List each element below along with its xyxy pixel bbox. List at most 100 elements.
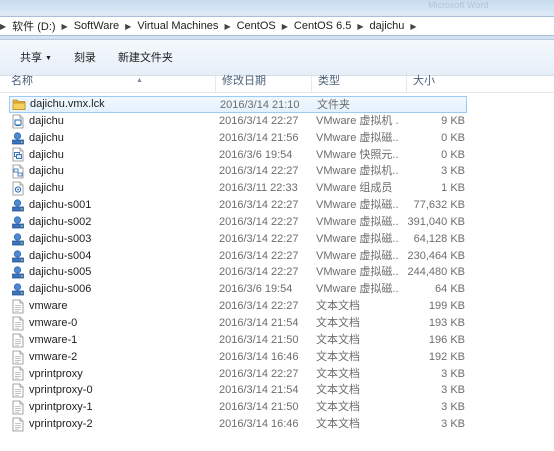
text-file-icon (11, 316, 25, 331)
vmdk-file-icon (11, 131, 25, 146)
new-folder-button[interactable]: 新建文件夹 (107, 47, 184, 69)
file-size: 3 KB (441, 384, 465, 397)
file-name: dajichu-s003 (29, 232, 92, 245)
file-name-cell: dajichu-s001 (11, 197, 91, 214)
file-name-cell: dajichu.vmx.lck (12, 97, 105, 112)
file-modified-date: 2016/3/14 22:27 (219, 114, 299, 127)
vmdk-file-icon (11, 282, 25, 297)
file-row[interactable]: dajichu 2016/3/6 19:54 VMware 快照元... 0 KB (0, 147, 470, 164)
breadcrumb-separator-icon[interactable]: ▶ (122, 22, 134, 31)
file-row[interactable]: dajichu-s005 2016/3/14 22:27 VMware 虚拟磁...… (0, 264, 470, 281)
file-modified-date: 2016/3/14 16:46 (219, 350, 299, 363)
burn-button-label: 刻录 (73, 51, 96, 64)
file-row[interactable]: vmware-0 2016/3/14 21:54 文本文档 193 KB (0, 315, 470, 332)
file-row[interactable]: dajichu 2016/3/14 22:27 VMware 虚拟机 ... 9 KB (0, 113, 470, 130)
vmsd-file-icon (11, 147, 25, 162)
breadcrumb-item[interactable]: CentOS (234, 20, 279, 32)
column-header-size[interactable]: 大小 (407, 71, 487, 92)
breadcrumb-separator-icon[interactable]: ▶ (279, 22, 291, 31)
file-row[interactable]: dajichu 2016/3/14 21:56 VMware 虚拟磁... 0 KB (0, 130, 470, 147)
file-modified-date: 2016/3/14 22:27 (219, 300, 299, 313)
column-header-name[interactable]: 名称 ▲ (5, 71, 216, 92)
file-row[interactable]: dajichu 2016/3/11 22:33 VMware 组成员 1 KB (0, 180, 470, 197)
file-size: 3 KB (441, 165, 465, 178)
file-name: dajichu (29, 165, 64, 178)
file-row[interactable]: vprintproxy-1 2016/3/14 21:50 文本文档 3 KB (0, 399, 470, 416)
file-size: 0 KB (441, 148, 465, 161)
new-folder-button-label: 新建文件夹 (117, 51, 173, 64)
breadcrumb-label: dajichu (369, 20, 405, 32)
file-list: dajichu.vmx.lck 2016/3/14 21:10 文件夹 dajichu… (0, 96, 554, 433)
column-header-type[interactable]: 类型 (312, 71, 407, 92)
breadcrumb-item[interactable]: 软件 (D:) (9, 18, 58, 34)
breadcrumb-item[interactable]: SoftWare (71, 20, 122, 32)
breadcrumb-separator-icon[interactable]: ▶ (0, 22, 9, 31)
file-size: 64 KB (435, 283, 465, 296)
text-file-icon (11, 417, 25, 432)
file-modified-date: 2016/3/14 21:54 (219, 316, 299, 329)
column-header-modified[interactable]: 修改日期 (216, 71, 312, 92)
file-name-cell: dajichu (11, 147, 64, 164)
file-name-cell: vmware-1 (11, 332, 77, 349)
breadcrumb-separator-icon[interactable]: ▶ (59, 22, 71, 31)
file-row[interactable]: dajichu.vmx.lck 2016/3/14 21:10 文件夹 (9, 96, 467, 113)
file-name-cell: vmware (11, 298, 68, 315)
sort-ascending-icon: ▲ (136, 77, 143, 84)
column-header-name-label: 名称 (11, 75, 33, 87)
file-name-cell: vprintproxy-1 (11, 399, 93, 416)
vmdk-file-icon (11, 215, 25, 230)
breadcrumb-separator-icon[interactable]: ▶ (221, 22, 233, 31)
file-size: 3 KB (441, 367, 465, 380)
window-ghost-title: Microsoft Word (428, 0, 489, 10)
file-row[interactable]: vmware 2016/3/14 22:27 文本文档 199 KB (0, 298, 470, 315)
file-row[interactable]: dajichu-s001 2016/3/14 22:27 VMware 虚拟磁...… (0, 197, 470, 214)
file-modified-date: 2016/3/14 22:27 (219, 266, 299, 279)
file-name: vprintproxy-2 (29, 418, 93, 431)
chevron-down-icon: ▼ (45, 54, 52, 62)
file-row[interactable]: vprintproxy-2 2016/3/14 16:46 文本文档 3 KB (0, 416, 470, 433)
file-row[interactable]: dajichu-s003 2016/3/14 22:27 VMware 虚拟磁...… (0, 231, 470, 248)
file-row[interactable]: vmware-1 2016/3/14 21:50 文本文档 196 KB (0, 332, 470, 349)
file-size: 196 KB (428, 333, 465, 346)
file-size: 1 KB (441, 182, 465, 195)
file-modified-date: 2016/3/14 22:27 (219, 165, 299, 178)
text-file-icon (11, 350, 25, 365)
file-name: dajichu.vmx.lck (30, 98, 105, 110)
file-row[interactable]: vprintproxy 2016/3/14 22:27 文本文档 3 KB (0, 366, 470, 383)
file-row[interactable]: dajichu 2016/3/14 22:27 VMware 虚拟机... 3 KB (0, 163, 470, 180)
column-header-size-label: 大小 (413, 75, 435, 87)
file-name-cell: dajichu (11, 180, 64, 197)
breadcrumb-item[interactable]: Virtual Machines (134, 20, 221, 32)
file-row[interactable]: dajichu-s004 2016/3/14 22:27 VMware 虚拟磁...… (0, 248, 470, 265)
breadcrumb-item[interactable]: dajichu (367, 20, 408, 32)
file-row[interactable]: dajichu-s006 2016/3/6 19:54 VMware 虚拟磁... 6… (0, 281, 470, 298)
share-button[interactable]: 共享 ▼ (0, 47, 63, 69)
file-name: vmware-1 (29, 333, 78, 346)
file-name: dajichu-s004 (29, 249, 92, 262)
breadcrumb-label: 软件 (D:) (12, 21, 56, 33)
file-name-cell: vprintproxy-2 (11, 416, 93, 433)
file-row[interactable]: vprintproxy-0 2016/3/14 21:54 文本文档 3 KB (0, 382, 470, 399)
address-bar[interactable]: ▶ 软件 (D:) ▶ SoftWare ▶ Virtual Machines ▶ CentO… (0, 16, 554, 36)
file-modified-date: 2016/3/6 19:54 (219, 283, 293, 296)
file-row[interactable]: dajichu-s002 2016/3/14 22:27 VMware 虚拟磁...… (0, 214, 470, 231)
burn-button[interactable]: 刻录 (63, 47, 107, 69)
file-name: dajichu-s006 (29, 283, 92, 296)
file-name: vmware (29, 300, 68, 313)
file-size: 3 KB (441, 418, 465, 431)
vmdk-file-icon (11, 265, 25, 280)
breadcrumb-item[interactable]: CentOS 6.5 (291, 20, 354, 32)
file-modified-date: 2016/3/14 21:56 (219, 131, 299, 144)
address-bar-container: ▶ 软件 (D:) ▶ SoftWare ▶ Virtual Machines ▶ CentO… (0, 12, 554, 40)
file-name-cell: dajichu (11, 113, 64, 130)
file-name: dajichu (29, 131, 64, 144)
vmx-file-icon (11, 114, 25, 129)
breadcrumb-separator-icon[interactable]: ▶ (354, 22, 366, 31)
file-row[interactable]: vmware-2 2016/3/14 16:46 文本文档 192 KB (0, 349, 470, 366)
breadcrumb-separator-icon[interactable]: ▶ (407, 22, 419, 31)
file-name: dajichu (29, 114, 64, 127)
breadcrumb-label: SoftWare (73, 20, 120, 32)
file-modified-date: 2016/3/14 22:27 (219, 199, 299, 212)
file-name-cell: vmware-0 (11, 315, 77, 332)
vmdk-file-icon (11, 232, 25, 247)
